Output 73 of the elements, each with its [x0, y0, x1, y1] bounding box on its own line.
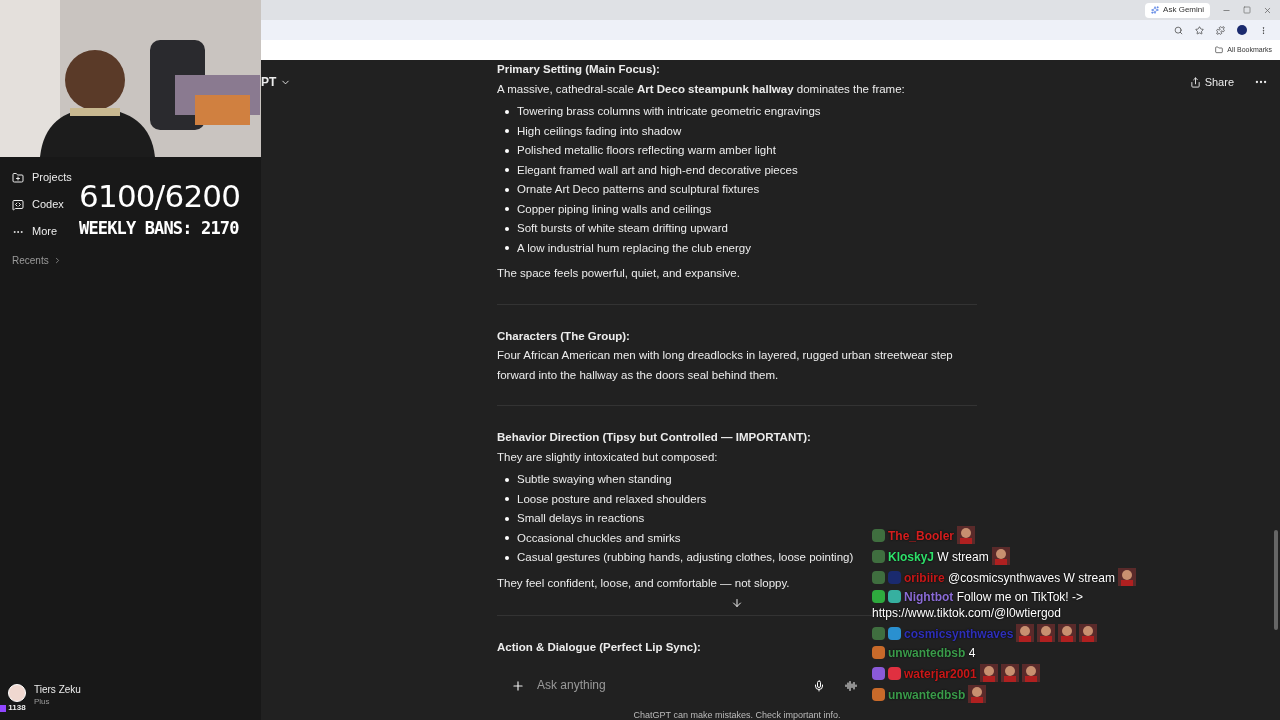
- scroll-down-icon[interactable]: [731, 597, 743, 609]
- folder-icon: [12, 171, 24, 184]
- list-item: Loose posture and relaxed shoulders: [517, 491, 707, 507]
- bullet-icon: [505, 207, 509, 212]
- paragraph: Four African American men with long dreadlocks in layered, rugged urban streetwear step forward into the hallway as the doors seal behind them.: [497, 348, 954, 383]
- list-item: High ceilings fading into shadow: [517, 123, 682, 139]
- folder-icon: [1215, 46, 1224, 54]
- bullet-icon: [505, 148, 509, 153]
- sparkle-icon: [1151, 6, 1160, 14]
- ask-input[interactable]: Ask anything: [497, 675, 757, 696]
- bullet-icon: [505, 516, 509, 521]
- chat-message: KloskyJ W stream: [872, 547, 1162, 565]
- user-name: Tiers Zeku: [34, 684, 81, 697]
- section-heading: Behavior Direction (Tipsy but Controlled — IMPORTANT):: [497, 430, 811, 445]
- ask-gemini-button[interactable]: Ask Gemini: [1145, 2, 1210, 18]
- list-item: Occasional chuckles and smirks: [517, 530, 681, 546]
- profile-avatar[interactable]: [1237, 25, 1247, 35]
- disclaimer: ChatGPT can make mistakes. Check important info.: [632, 708, 842, 720]
- weekly-bans-counter: WEEKLY BANS: 2170: [79, 220, 239, 237]
- paragraph: They are slightly intoxicated but composed:: [497, 449, 719, 465]
- sidebar-item[interactable]: More: [12, 218, 58, 245]
- microphone-icon[interactable]: [813, 679, 825, 692]
- zoom-icon[interactable]: [1174, 25, 1183, 35]
- menu-icon[interactable]: [1259, 25, 1268, 35]
- paragraph: The space feels powerful, quiet, and expansive.: [497, 266, 740, 281]
- user-plan: Plus: [34, 696, 51, 707]
- chat-message: unwantedbsb 4: [872, 645, 1162, 661]
- paragraph: A massive, cathedral-scale Art Deco steampunk hallway dominates the frame:: [497, 81, 906, 97]
- list-item: Polished metallic floors reflecting warm amber light: [517, 143, 776, 158]
- extensions-icon[interactable]: [1216, 25, 1225, 35]
- section-heading: Action & Dialogue (Perfect Lip Sync):: [497, 640, 701, 655]
- bullet-icon: [505, 168, 509, 173]
- list-item: A low industrial hum replacing the club energy: [517, 240, 751, 256]
- chat-message: Nightbot Follow me on TikTok! -> https://www.tiktok.com/@l0wtiergod: [872, 589, 1085, 621]
- recents-toggle[interactable]: Recents: [12, 253, 261, 268]
- voice-icon[interactable]: [845, 679, 857, 692]
- share-icon: [1189, 76, 1201, 88]
- list-item: Towering brass columns with intricate geometric engravings: [517, 104, 821, 119]
- list-item: Copper piping lining walls and ceilings: [517, 201, 712, 217]
- bullet-icon: [505, 246, 509, 251]
- chat-message: oribiire @cosmicsynthwaves W stream: [872, 568, 1162, 586]
- close-icon[interactable]: [1263, 5, 1272, 15]
- share-button[interactable]: Share: [1189, 73, 1234, 91]
- list-item: Casual gestures (rubbing hands, adjusting clothes, loose pointing): [517, 550, 854, 565]
- chat-message: The_Booler: [872, 526, 1162, 544]
- bullet-icon: [505, 226, 509, 231]
- bullet-icon: [505, 477, 509, 482]
- list-item: Small delays in reactions: [517, 511, 645, 526]
- list-item: Ornate Art Deco patterns and sculptural fixtures: [517, 182, 760, 197]
- chat-message: unwantedbsb: [872, 685, 1162, 703]
- section-heading: Characters (The Group):: [497, 328, 630, 344]
- codex-icon: [12, 198, 24, 211]
- sidebar-item[interactable]: Projects: [12, 164, 72, 191]
- list-item: Elegant framed wall art and high-end decorative pieces: [517, 162, 798, 178]
- section-heading: Primary Setting (Main Focus):: [497, 62, 660, 77]
- bullet-icon: [505, 555, 509, 560]
- bullet-icon: [505, 187, 509, 192]
- list-item: Soft bursts of white steam drifting upward: [517, 221, 728, 236]
- chat-message: waterjar2001: [872, 664, 1162, 682]
- follower-counter: 6100/6200: [79, 181, 241, 212]
- viewer-count: 1138: [8, 702, 26, 714]
- list-item: Subtle swaying when standing: [517, 472, 672, 487]
- model-selector[interactable]: PT: [261, 73, 292, 91]
- star-icon[interactable]: [1195, 25, 1204, 35]
- bullet-icon: [505, 109, 509, 114]
- user-avatar[interactable]: [8, 684, 26, 702]
- sidebar-item[interactable]: Codex: [12, 191, 64, 218]
- bullet-icon: [505, 536, 509, 541]
- plus-icon: [511, 678, 525, 693]
- paragraph: They feel confident, loose, and comfortable — not sloppy.: [497, 575, 790, 591]
- chat-message: cosmicsynthwaves: [872, 624, 1162, 642]
- bullet-icon: [505, 497, 509, 502]
- bullet-icon: [505, 129, 509, 134]
